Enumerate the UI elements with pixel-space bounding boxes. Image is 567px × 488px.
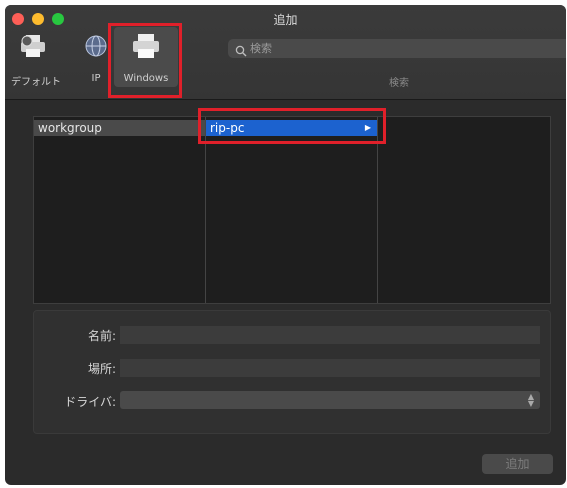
updown-chevron-icon: ▲ ▼	[527, 392, 534, 408]
printer-column	[378, 117, 550, 303]
driver-label: ドライバ:	[64, 395, 116, 409]
disclosure-arrow-icon: ▶	[364, 123, 371, 132]
toolbar-windows-label: Windows	[123, 73, 169, 84]
computer-column: rip-pc ▶	[206, 117, 378, 303]
browser-row-rip-pc[interactable]: rip-pc ▶	[206, 120, 377, 136]
globe-icon	[83, 33, 109, 63]
row-label: workgroup	[38, 121, 102, 135]
printer-browser: workgroup rip-pc ▶	[33, 116, 551, 304]
toolbar-windows-button[interactable]: Windows	[114, 27, 178, 87]
toolbar-default-label: デフォルト	[11, 77, 61, 88]
search-input[interactable]	[250, 39, 550, 58]
workgroup-column: workgroup	[34, 117, 206, 303]
toolbar-ip-button[interactable]: IP	[81, 29, 111, 87]
driver-select[interactable]: ▲ ▼	[120, 391, 540, 409]
row-label: rip-pc	[210, 121, 245, 135]
printer-details-form: 名前: 場所: ドライバ: ▲ ▼	[33, 310, 551, 434]
location-field[interactable]	[120, 359, 540, 377]
add-printer-window: 追加 デフォルト IP Windows 検索 検索 workgroup rip-…	[5, 5, 566, 485]
search-caption: 検索	[389, 78, 409, 89]
name-field[interactable]	[120, 326, 540, 344]
window-title: 追加	[273, 13, 298, 27]
toolbar-default-button[interactable]: デフォルト	[11, 29, 61, 88]
location-label: 場所:	[87, 362, 116, 376]
printer-icon	[130, 31, 162, 65]
printer-icon	[19, 33, 47, 63]
browser-row-workgroup[interactable]: workgroup	[34, 120, 205, 136]
search-icon	[235, 42, 247, 61]
toolbar-ip-label: IP	[91, 73, 101, 84]
name-label: 名前:	[87, 329, 116, 343]
titlebar-toolbar: 追加 デフォルト IP Windows 検索 検索	[5, 5, 566, 100]
add-button[interactable]: 追加	[482, 454, 553, 474]
search-field[interactable]	[228, 39, 566, 58]
